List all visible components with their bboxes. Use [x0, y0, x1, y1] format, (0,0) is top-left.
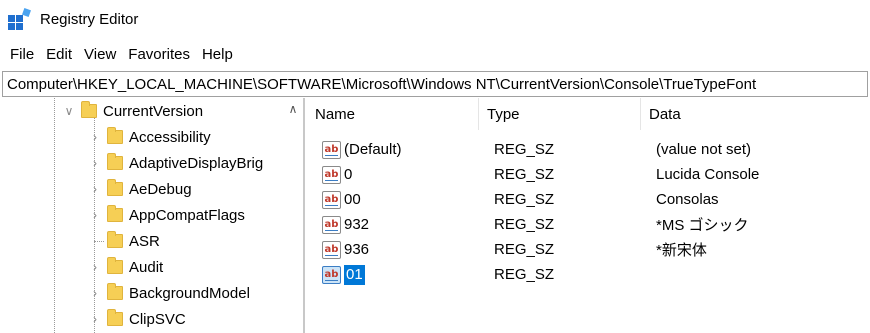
folder-icon — [107, 309, 123, 326]
chevron-right-icon[interactable]: › — [88, 156, 102, 170]
folder-icon — [81, 101, 97, 118]
window-title: Registry Editor — [40, 10, 139, 28]
tree-item-adaptivedisplaybrig[interactable]: › AdaptiveDisplayBrig — [88, 150, 263, 176]
value-name: (Default) — [344, 141, 402, 158]
tree-item-appcompatflags[interactable]: › AppCompatFlags — [88, 202, 245, 228]
value-data: (value not set) — [656, 141, 752, 158]
tree-item-label: AppCompatFlags — [129, 206, 245, 224]
value-type: REG_SZ — [494, 141, 555, 158]
column-header-name[interactable]: Name — [307, 98, 479, 130]
folder-icon — [107, 153, 123, 170]
chevron-right-icon[interactable]: › — [88, 130, 102, 144]
tree-item-label: ASR — [129, 232, 160, 250]
tree-item-audit[interactable]: › Audit — [88, 254, 163, 280]
menu-favorites[interactable]: Favorites — [122, 46, 196, 63]
value-row[interactable]: ab 936 REG_SZ *新宋体 — [307, 237, 870, 262]
folder-icon — [107, 205, 123, 222]
key-tree[interactable]: ∧ ∨ CurrentVersion › Accessibility › Ada… — [0, 98, 305, 333]
scroll-up-icon[interactable]: ∧ — [286, 102, 300, 116]
chevron-right-icon[interactable]: › — [88, 312, 102, 326]
value-name: 936 — [344, 241, 370, 258]
menu-file[interactable]: File — [4, 46, 40, 63]
values-list[interactable]: Name Type Data ab (Default) REG_SZ (valu… — [307, 98, 870, 333]
folder-icon — [107, 257, 123, 274]
menu-edit[interactable]: Edit — [40, 46, 78, 63]
tree-item-label: Accessibility — [129, 128, 211, 146]
menu-bar: File Edit View Favorites Help — [0, 40, 239, 68]
value-row-selected[interactable]: ab 01 REG_SZ — [307, 262, 870, 287]
value-name-edit[interactable]: 01 — [344, 264, 365, 285]
tree-item-clipsvc[interactable]: › ClipSVC — [88, 306, 186, 332]
tree-item-label: BackgroundModel — [129, 284, 250, 302]
value-row[interactable]: ab (Default) REG_SZ (value not set) — [307, 137, 870, 162]
value-type: REG_SZ — [494, 266, 555, 283]
tree-item-backgroundmodel[interactable]: › BackgroundModel — [88, 280, 250, 306]
tree-item-label: AdaptiveDisplayBrig — [129, 154, 264, 172]
chevron-right-icon[interactable]: › — [88, 286, 102, 300]
folder-icon — [107, 283, 123, 300]
tree-item-label: AeDebug — [129, 180, 192, 198]
value-type: REG_SZ — [494, 166, 555, 183]
value-name: 0 — [344, 166, 353, 183]
value-type: REG_SZ — [494, 241, 555, 258]
chevron-right-icon[interactable]: › — [88, 182, 102, 196]
string-value-icon: ab — [322, 190, 341, 209]
menu-view[interactable]: View — [78, 46, 122, 63]
tree-item-label: Audit — [129, 258, 164, 276]
string-value-icon: ab — [322, 140, 341, 159]
value-data: Lucida Console — [656, 166, 760, 183]
value-name: 00 — [344, 191, 361, 208]
value-row[interactable]: ab 0 REG_SZ Lucida Console — [307, 162, 870, 187]
tree-item-currentversion[interactable]: ∨ CurrentVersion — [62, 98, 203, 124]
tree-item-accessibility[interactable]: › Accessibility — [88, 124, 211, 150]
chevron-right-icon[interactable]: › — [88, 208, 102, 222]
tree-item-label: CurrentVersion — [103, 102, 204, 120]
value-row[interactable]: ab 932 REG_SZ *MS ゴシック — [307, 212, 870, 237]
tree-item-aedebug[interactable]: › AeDebug — [88, 176, 192, 202]
value-name: 932 — [344, 216, 370, 233]
value-data: *新宋体 — [656, 242, 707, 259]
column-header-type[interactable]: Type — [479, 98, 641, 130]
value-row[interactable]: ab 00 REG_SZ Consolas — [307, 187, 870, 212]
column-header-data[interactable]: Data — [641, 98, 870, 130]
folder-icon — [107, 231, 123, 248]
tree-item-asr[interactable]: ASR — [88, 228, 160, 254]
menu-help[interactable]: Help — [196, 46, 239, 63]
string-value-icon: ab — [322, 265, 341, 284]
value-data: *MS ゴシック — [656, 217, 749, 234]
registry-editor-icon — [8, 8, 32, 30]
folder-icon — [107, 127, 123, 144]
tree-item-label: ClipSVC — [129, 310, 186, 328]
chevron-right-icon[interactable]: › — [88, 260, 102, 274]
value-type: REG_SZ — [494, 191, 555, 208]
folder-icon — [107, 179, 123, 196]
address-bar[interactable]: Computer\HKEY_LOCAL_MACHINE\SOFTWARE\Mic… — [2, 71, 868, 97]
chevron-down-icon[interactable]: ∨ — [62, 104, 76, 118]
title-bar: Registry Editor — [0, 0, 870, 38]
list-header: Name Type Data — [307, 98, 870, 130]
string-value-icon: ab — [322, 240, 341, 259]
value-data: Consolas — [656, 191, 719, 208]
string-value-icon: ab — [322, 165, 341, 184]
string-value-icon: ab — [322, 215, 341, 234]
value-type: REG_SZ — [494, 216, 555, 233]
